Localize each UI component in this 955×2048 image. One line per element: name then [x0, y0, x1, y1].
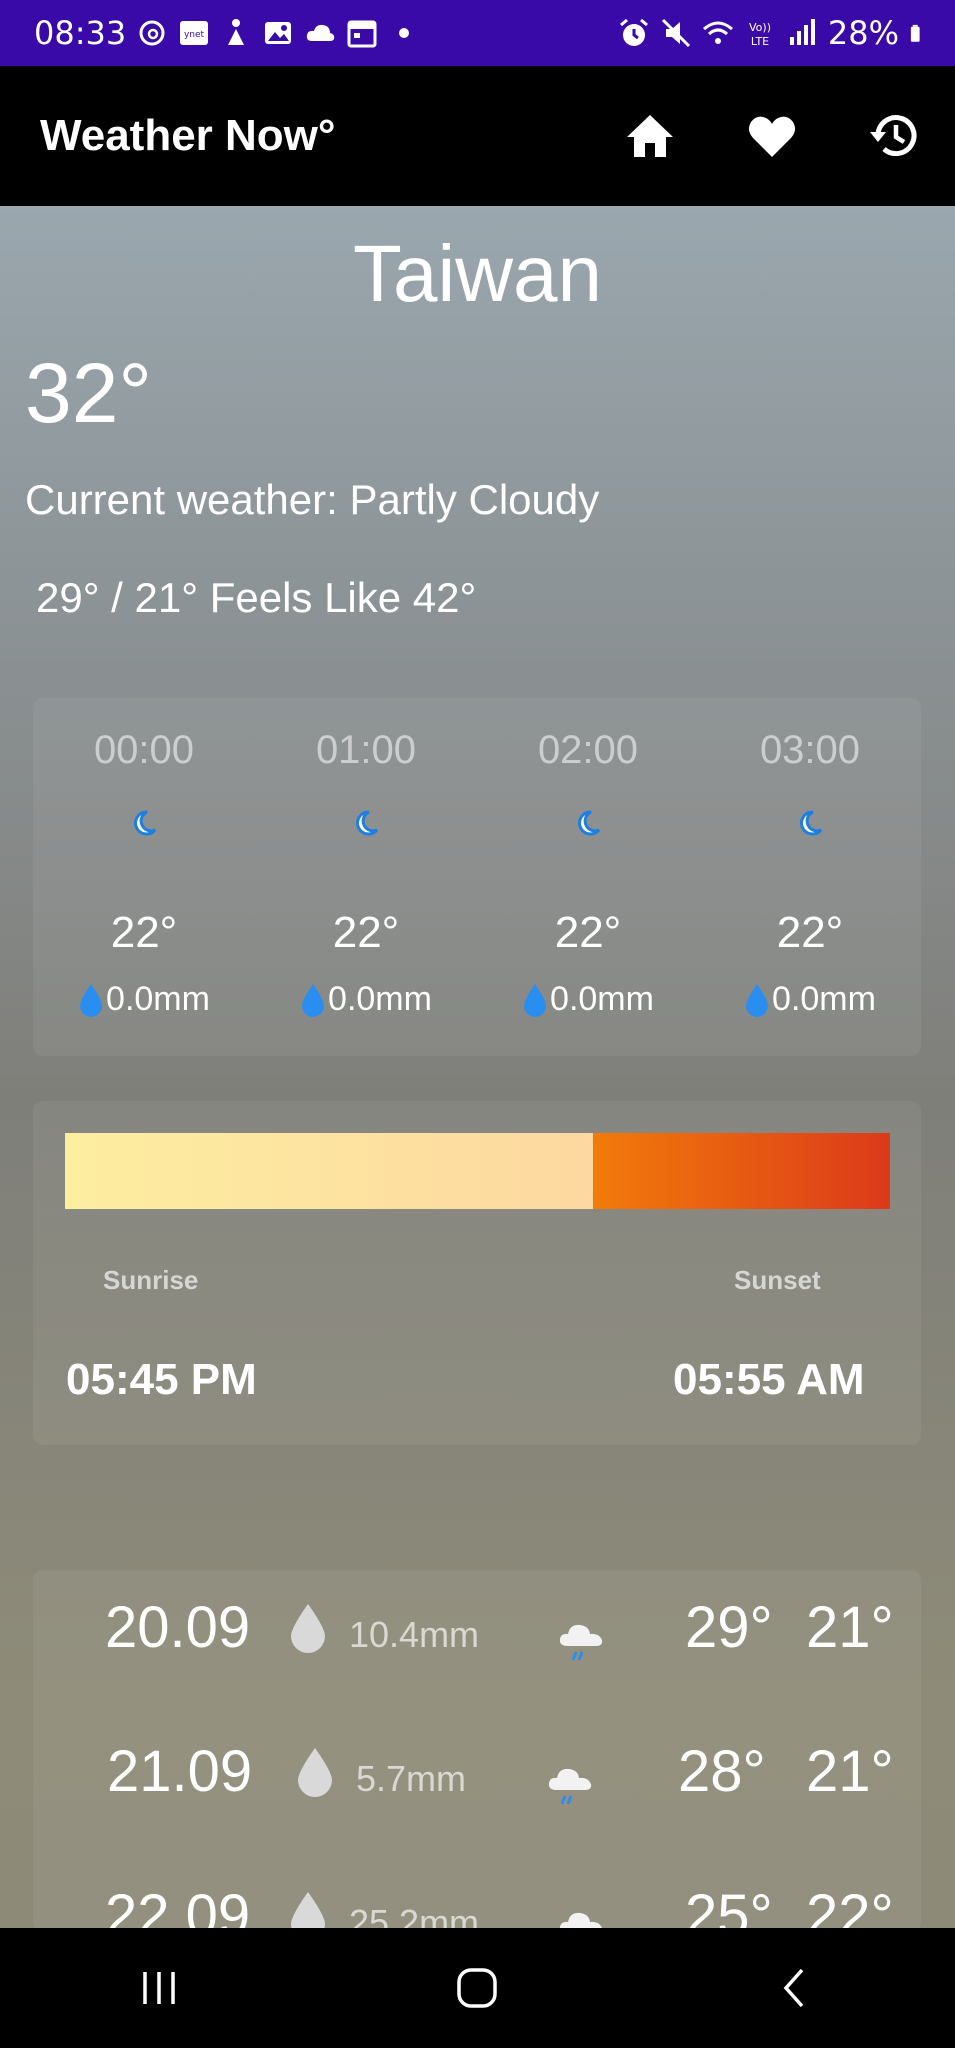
history-icon[interactable]	[867, 109, 921, 163]
raindrop-icon	[80, 983, 103, 1017]
hour-temperature: 22°	[332, 908, 400, 957]
day-date: 21.09	[107, 1739, 253, 1804]
threads-icon	[139, 20, 165, 46]
day-low: 21°	[806, 1595, 894, 1660]
current-temperature: 32°	[25, 346, 153, 440]
status-left: 08:33 ynet	[34, 14, 420, 52]
current-condition: Current weather: Partly Cloudy	[25, 476, 600, 523]
moon-icon	[356, 810, 379, 836]
hour-rain-amount: 0.0mm	[106, 980, 210, 1018]
back-icon	[783, 1968, 804, 2008]
day-high: 29°	[685, 1595, 773, 1660]
image-icon	[265, 22, 292, 44]
daylight-segment	[65, 1133, 593, 1209]
raindrop-icon	[746, 983, 769, 1017]
status-right: Vo)) LTE 28%	[618, 14, 929, 52]
svg-text:ynet: ynet	[184, 30, 205, 40]
hour-time: 01:00	[315, 728, 417, 772]
battery-icon	[910, 24, 920, 42]
heart-icon[interactable]	[745, 109, 799, 163]
mute-icon	[661, 18, 690, 48]
day-rain-amount: 10.4mm	[349, 1614, 480, 1655]
raindrop-icon	[302, 983, 325, 1017]
home-button[interactable]	[437, 1948, 517, 2028]
daily-forecast[interactable]: 20.09 10.4mm 29° 21° 21.09 5.7mm 28° 21°…	[33, 1570, 921, 1932]
svg-text:Vo)): Vo))	[749, 21, 771, 34]
night-segment	[593, 1133, 890, 1209]
battery-percent: 28%	[827, 14, 899, 52]
app-bar: Weather Now°	[0, 66, 955, 206]
volte-icon: Vo))LTE	[749, 21, 771, 48]
raindrop-icon	[524, 983, 547, 1017]
back-button[interactable]	[756, 1948, 836, 2028]
status-time: 08:33	[34, 14, 127, 52]
accessibility-icon	[228, 19, 245, 45]
sunset-time: 05:55 AM	[673, 1355, 865, 1404]
day-low: 22°	[806, 1883, 894, 1932]
daylight-bar	[65, 1133, 890, 1209]
alarm-icon	[619, 18, 648, 46]
hour-rain-amount: 0.0mm	[328, 980, 432, 1018]
day-rain-amount: 5.7mm	[356, 1758, 467, 1799]
hour-precipitation: 0.0mm	[699, 980, 921, 1019]
moon-icon	[134, 810, 157, 836]
moon-icon	[578, 810, 601, 836]
rain-cloud-icon	[559, 1624, 603, 1661]
sunset-label: Sunset	[734, 1265, 821, 1295]
wifi-icon	[702, 21, 733, 44]
calendar-icon	[347, 20, 377, 48]
temperature-range: 29° / 21° Feels Like 42°	[36, 574, 477, 621]
cloud-icon	[307, 24, 335, 41]
raindrop-icon	[291, 1604, 325, 1653]
hour-rain-amount: 0.0mm	[772, 980, 876, 1018]
navigation-bar	[0, 1928, 955, 2048]
hourly-item: 02:00 22° 0.0mm	[477, 698, 699, 1056]
hour-time: 00:00	[93, 728, 195, 772]
hour-time: 02:00	[537, 728, 639, 772]
day-low: 21°	[806, 1739, 894, 1804]
hour-temperature: 22°	[110, 908, 178, 957]
day-date: 22.09	[105, 1883, 251, 1932]
sunrise-label: Sunrise	[103, 1265, 199, 1295]
status-bar: 08:33 ynet Vo)) LTE 28%	[0, 0, 955, 66]
home-icon[interactable]	[623, 109, 677, 163]
daily-row[interactable]: 20.09 10.4mm 29° 21°	[33, 1584, 921, 1684]
hour-precipitation: 0.0mm	[255, 980, 477, 1019]
recent-apps-icon	[143, 1972, 175, 2004]
signal-icon	[789, 19, 815, 45]
hour-precipitation: 0.0mm	[477, 980, 699, 1019]
recent-apps-button[interactable]	[119, 1948, 199, 2028]
sunrise-time: 05:45 PM	[66, 1355, 257, 1404]
app-actions	[623, 109, 921, 163]
hourly-item: 01:00 22° 0.0mm	[255, 698, 477, 1056]
app-title: Weather Now°	[40, 111, 336, 160]
moon-icon	[800, 810, 823, 836]
day-high: 28°	[678, 1739, 766, 1804]
daily-row[interactable]: 21.09 5.7mm 28° 21°	[33, 1728, 921, 1828]
day-date: 20.09	[105, 1595, 251, 1660]
hour-rain-amount: 0.0mm	[550, 980, 654, 1018]
svg-text:LTE: LTE	[751, 35, 769, 48]
daily-row[interactable]: 22.09 25.2mm 25° 22°	[33, 1872, 921, 1932]
dot-icon	[399, 28, 410, 38]
rain-cloud-icon	[548, 1768, 592, 1805]
hour-time: 03:00	[759, 728, 861, 772]
raindrop-icon	[291, 1892, 325, 1932]
city-name: Taiwan	[352, 229, 603, 318]
sun-card: Sunrise Sunset 05:45 PM 05:55 AM	[33, 1101, 921, 1445]
hour-precipitation: 0.0mm	[33, 980, 255, 1019]
hourly-item: 00:00 22° 0.0mm	[33, 698, 255, 1056]
hourly-forecast[interactable]: 00:00 22° 0.0mm 01:00 22° 0.0mm 02:00 22…	[33, 698, 921, 1056]
hour-temperature: 22°	[554, 908, 622, 957]
day-high: 25°	[685, 1883, 773, 1932]
hourly-item: 03:00 22° 0.0mm	[699, 698, 921, 1056]
home-button-icon	[457, 1968, 498, 2008]
raindrop-icon	[298, 1748, 332, 1797]
ynet-icon: ynet	[180, 21, 209, 45]
hour-temperature: 22°	[776, 908, 844, 957]
